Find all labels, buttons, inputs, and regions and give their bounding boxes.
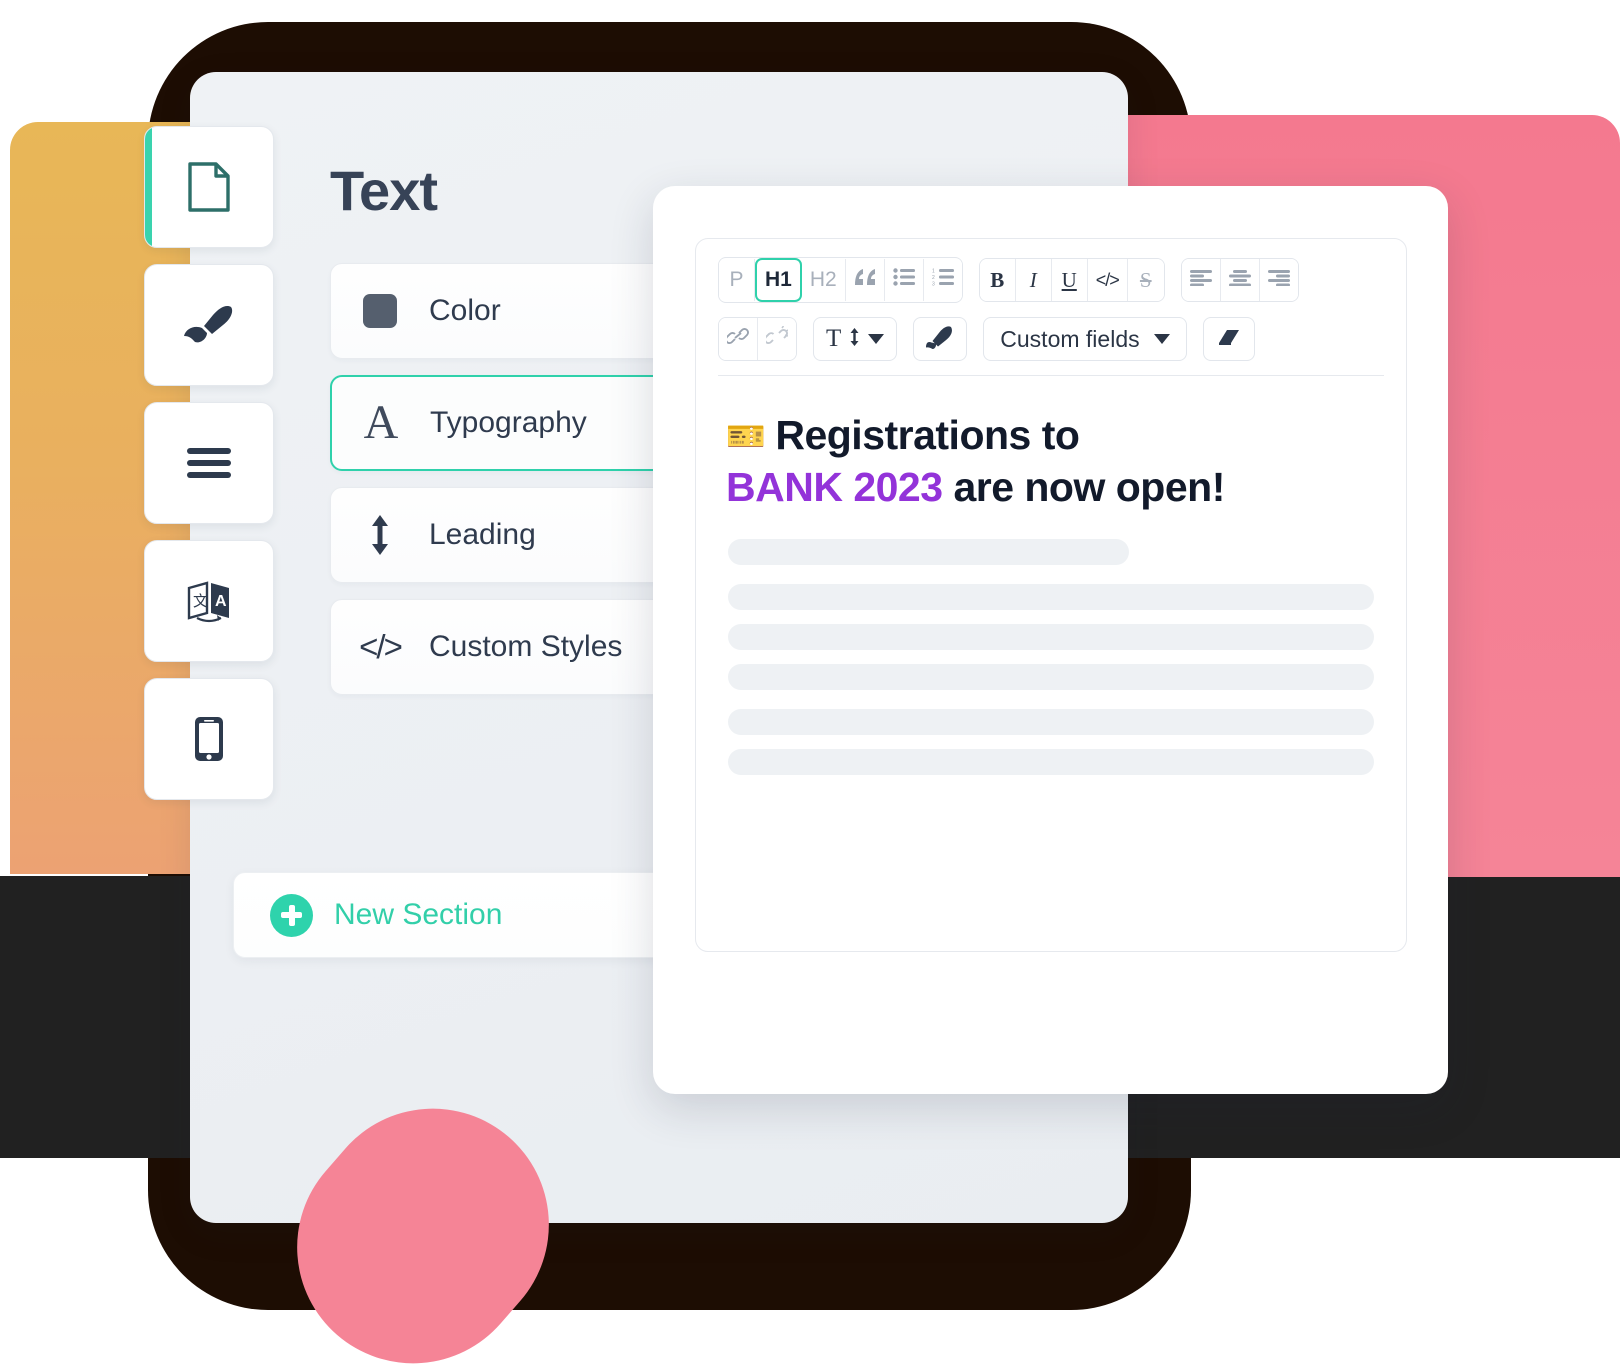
color-swatch-icon — [331, 294, 429, 328]
rich-text-editor: P H1 H2 1 2 3 B I U </> S T Custom field… — [695, 238, 1407, 952]
paragraph-button[interactable]: P — [719, 259, 755, 301]
alignment-group — [1180, 258, 1299, 302]
block-format-group: P H1 H2 1 2 3 — [718, 257, 963, 303]
link-icon — [725, 326, 749, 352]
unlink-icon — [764, 325, 789, 352]
align-right-button[interactable] — [1259, 259, 1298, 301]
svg-text:3: 3 — [932, 282, 935, 287]
sidebar-item-translate[interactable]: 文 A — [144, 540, 274, 662]
custom-fields-label: Custom fields — [1000, 325, 1140, 352]
editor-toolbar: P H1 H2 1 2 3 B I U </> S T Custom field… — [696, 239, 1406, 361]
bold-button[interactable]: B — [979, 259, 1016, 301]
paintbrush-icon — [926, 325, 954, 354]
numbered-list-icon: 1 2 3 — [932, 268, 954, 292]
code-icon: </> — [359, 628, 403, 665]
align-center-icon — [1228, 268, 1251, 292]
paintbrush-icon — [182, 303, 236, 347]
mobile-icon — [193, 715, 225, 763]
font-size-button[interactable]: T — [813, 317, 898, 361]
new-section-label: New Section — [334, 898, 503, 931]
svg-text:文: 文 — [193, 592, 208, 610]
blockquote-button[interactable] — [845, 259, 885, 301]
page-title: Text — [330, 159, 438, 222]
svg-text:A: A — [215, 593, 227, 610]
skeleton-line — [728, 664, 1374, 691]
option-label: Custom Styles — [429, 630, 623, 663]
screenshot-root: Text Color A Typography Leading </> Cust… — [0, 0, 1620, 1366]
remove-link-button[interactable] — [758, 318, 796, 360]
align-right-icon — [1267, 268, 1290, 292]
chevron-down-icon — [868, 334, 885, 344]
plus-circle-icon — [270, 893, 313, 937]
align-left-button[interactable] — [1181, 259, 1221, 301]
ticket-emoji-icon: 🎫 — [726, 418, 766, 454]
document-icon — [186, 161, 232, 213]
left-icon-rail: 文 A — [144, 126, 276, 816]
svg-text:2: 2 — [932, 275, 935, 281]
eraser-icon — [1216, 327, 1242, 352]
rich-text-editor-card: P H1 H2 1 2 3 B I U </> S T Custom field… — [653, 186, 1448, 1094]
sidebar-item-design[interactable] — [144, 264, 274, 386]
updown-arrow-icon — [849, 327, 860, 352]
skeleton-line — [728, 709, 1374, 736]
skeleton-line — [728, 584, 1374, 611]
skeleton-line — [728, 749, 1374, 776]
quote-icon — [854, 268, 876, 292]
document-headline: 🎫 Registrations to BANK 2023 are now open… — [726, 410, 1376, 513]
sidebar-item-content[interactable] — [144, 126, 274, 248]
inline-format-group: B I U </> S — [978, 258, 1165, 302]
link-group — [718, 317, 797, 361]
custom-fields-dropdown[interactable]: Custom fields — [983, 317, 1187, 361]
sidebar-item-mobile[interactable] — [144, 678, 274, 800]
clear-formatting-button[interactable] — [1202, 317, 1255, 361]
align-left-icon — [1189, 268, 1212, 292]
headline-highlight: BANK 2023 — [726, 463, 943, 510]
headline-part1: Registrations to — [775, 412, 1080, 458]
svg-text:1: 1 — [932, 269, 935, 275]
option-label: Color — [429, 294, 501, 327]
serif-a-icon: A — [363, 396, 399, 449]
content-skeleton — [696, 539, 1406, 776]
sidebar-item-blocks[interactable] — [144, 402, 274, 524]
insert-link-button[interactable] — [719, 318, 758, 360]
list-icon — [187, 448, 231, 478]
skeleton-line — [728, 539, 1129, 566]
bullet-list-button[interactable] — [884, 259, 924, 301]
bullet-list-icon — [893, 268, 915, 292]
translate-icon: 文 A — [185, 577, 233, 625]
code-icon: </> — [1095, 269, 1120, 290]
heading-1-button[interactable]: H1 — [755, 258, 802, 302]
editor-content[interactable]: 🎫 Registrations to BANK 2023 are now open… — [696, 376, 1406, 513]
toolbar-row-2: T Custom fields — [718, 317, 1384, 361]
chevron-down-icon — [1153, 334, 1170, 344]
strikethrough-button[interactable]: S — [1127, 259, 1164, 301]
skeleton-line — [728, 624, 1374, 651]
numbered-list-button[interactable]: 1 2 3 — [923, 259, 962, 301]
underline-button[interactable]: U — [1051, 259, 1088, 301]
headline-part2: are now open! — [942, 463, 1225, 510]
italic-button[interactable]: I — [1015, 259, 1052, 301]
option-label: Leading — [429, 518, 536, 551]
option-label: Typography — [430, 406, 587, 439]
toolbar-row-1: P H1 H2 1 2 3 B I U </> S — [718, 257, 1384, 303]
align-center-button[interactable] — [1220, 259, 1260, 301]
heading-2-button[interactable]: H2 — [801, 259, 846, 301]
inline-code-button[interactable]: </> — [1087, 259, 1128, 301]
text-color-brush-button[interactable] — [913, 317, 968, 361]
line-height-icon — [331, 512, 429, 558]
font-size-icon: T — [826, 325, 842, 352]
